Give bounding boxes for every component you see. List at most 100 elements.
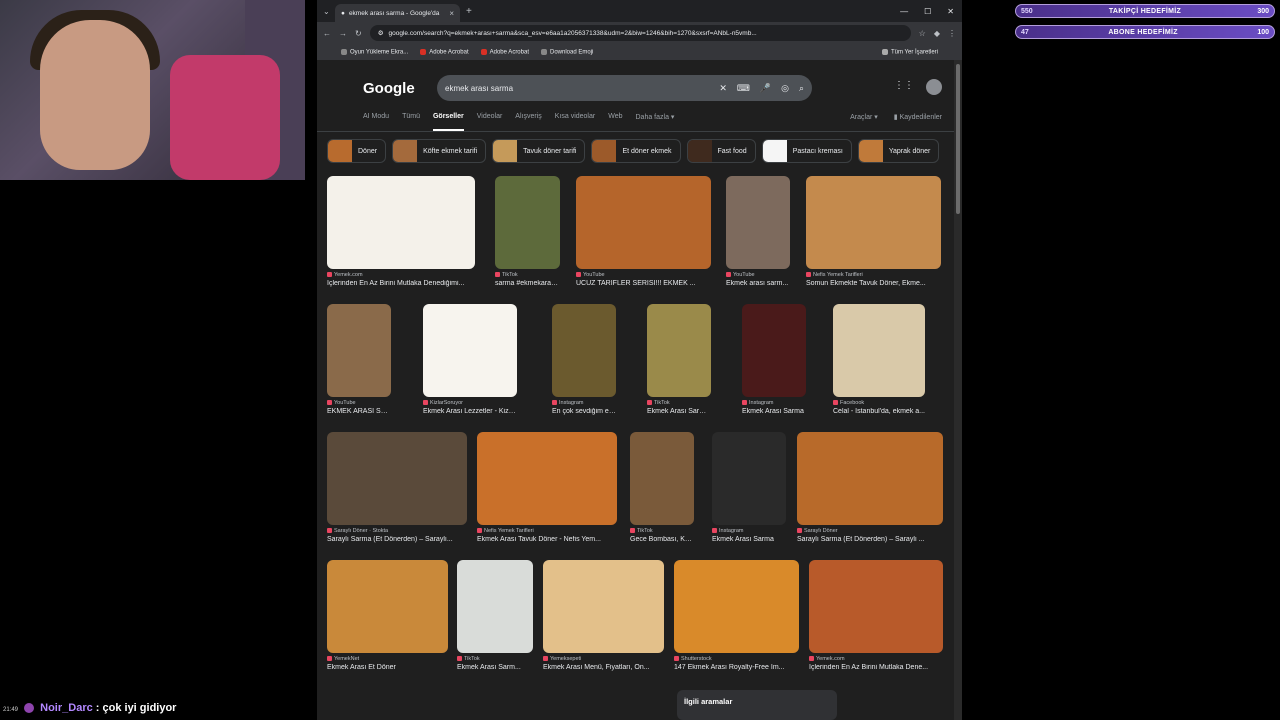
nav-all[interactable]: Tümü (402, 113, 420, 131)
bookmark-star-icon[interactable]: ☆ (919, 29, 926, 38)
minimize-icon[interactable]: — (900, 7, 908, 16)
result-caption[interactable]: Saraylı Sarma (Et Dönerden) – Saraylı ..… (797, 536, 943, 543)
mic-icon[interactable]: 🎤 (760, 83, 771, 94)
result-caption[interactable]: UCUZ TARİFLER SERİSİ!!! EKMEK ... (576, 280, 711, 287)
image-result[interactable]: Instagram Ekmek Arası Sarma (742, 304, 806, 415)
image-result[interactable]: Yemek.com İçlerinden En Az Birini Mutlaka… (327, 176, 475, 287)
nav-more[interactable]: Daha fazla ▾ (636, 113, 675, 131)
result-thumbnail[interactable] (726, 176, 790, 269)
image-result[interactable]: TikTok Ekmek Arası Sarma | ... (647, 304, 711, 415)
reload-icon[interactable]: ↻ (355, 29, 362, 38)
result-thumbnail[interactable] (552, 304, 616, 397)
result-thumbnail[interactable] (576, 176, 711, 269)
image-result[interactable]: YemekNet Ekmek Arası Et Döner (327, 560, 448, 671)
result-caption[interactable]: Gece Bombası, Kö... (630, 536, 694, 543)
site-info-icon[interactable]: ⚙ (378, 29, 384, 37)
back-icon[interactable]: ← (323, 29, 331, 38)
result-caption[interactable]: Saraylı Sarma (Et Dönerden) – Saraylı... (327, 536, 467, 543)
page-scrollbar[interactable] (954, 60, 962, 720)
image-result[interactable]: Yemeksepeti Ekmek Arası Menü, Fiyatları, … (543, 560, 664, 671)
menu-icon[interactable]: ⋮ (948, 29, 956, 38)
nav-web[interactable]: Web (608, 113, 622, 131)
result-caption[interactable]: En çok sevdiğim ekm... (552, 408, 616, 415)
result-thumbnail[interactable] (674, 560, 799, 653)
nav-short-videos[interactable]: Kısa videolar (555, 113, 595, 131)
result-thumbnail[interactable] (742, 304, 806, 397)
keyboard-icon[interactable]: ⌨ (737, 83, 750, 94)
image-result[interactable]: TikTok Gece Bombası, Kö... (630, 432, 694, 543)
bookmark-item[interactable]: Download Emoji (541, 48, 593, 55)
result-thumbnail[interactable] (647, 304, 711, 397)
image-result[interactable]: Instagram En çok sevdiğim ekm... (552, 304, 616, 415)
image-result[interactable]: YouTube EKMEK ARASI SAR... (327, 304, 391, 415)
url-field[interactable]: ⚙ google.com/search?q=ekmek+arası+sarma&… (369, 25, 911, 41)
result-thumbnail[interactable] (806, 176, 941, 269)
result-thumbnail[interactable] (327, 560, 448, 653)
result-thumbnail[interactable] (712, 432, 786, 525)
all-bookmarks[interactable]: Tüm Yer İşaretleri (881, 48, 938, 55)
image-result[interactable]: Saraylı Döner · Stokta Saraylı Sarma (Et … (327, 432, 467, 543)
new-tab-icon[interactable]: + (466, 6, 472, 17)
image-result[interactable]: Nefis Yemek Tarifleri Somun Ekmekte Tavuk… (806, 176, 941, 287)
close-tab-icon[interactable]: × (449, 9, 454, 18)
suggestion-chip[interactable]: Tavuk döner tarifi (492, 139, 586, 163)
result-thumbnail[interactable] (477, 432, 617, 525)
image-result[interactable]: TikTok sarma #ekmekaras... (495, 176, 560, 287)
apps-grid-icon[interactable]: ⋮⋮ (894, 80, 914, 91)
bookmark-item[interactable]: Adobe Acrobat (420, 48, 469, 55)
result-caption[interactable]: Ekmek Arası Sarm... (457, 664, 533, 671)
result-thumbnail[interactable] (327, 304, 391, 397)
result-thumbnail[interactable] (423, 304, 517, 397)
result-caption[interactable]: Celal - İstanbul'da, ekmek a... (833, 408, 925, 415)
bookmark-item[interactable]: Oyun Yükleme Ekra... (341, 48, 408, 55)
result-caption[interactable]: İçlerinden En Az Birini Mutlaka Dene... (809, 664, 943, 671)
result-caption[interactable]: Ekmek arası sarm... (726, 280, 790, 287)
result-caption[interactable]: EKMEK ARASI SAR... (327, 408, 391, 415)
clear-icon[interactable]: ✕ (719, 83, 727, 94)
nav-ai-mode[interactable]: AI Modu (363, 113, 389, 131)
extension-icon[interactable]: ◆ (934, 29, 940, 38)
suggestion-chip[interactable]: Yaprak döner (857, 139, 940, 163)
image-result[interactable]: Facebook Celal - İstanbul'da, ekmek a... (833, 304, 925, 415)
suggestion-chip[interactable]: Döner (327, 139, 387, 163)
nav-videos[interactable]: Videolar (477, 113, 503, 131)
suggestion-chip[interactable]: Et döner ekmek (591, 139, 681, 163)
image-result[interactable]: Shutterstock 147 Ekmek Arası Royalty-Free… (674, 560, 799, 671)
result-caption[interactable]: 147 Ekmek Arası Royalty-Free Im... (674, 664, 799, 671)
maximize-icon[interactable]: ☐ (924, 7, 931, 16)
result-caption[interactable]: Ekmek Arası Tavuk Döner - Nefis Yem... (477, 536, 617, 543)
result-thumbnail[interactable] (543, 560, 664, 653)
result-caption[interactable]: Ekmek Arası Et Döner (327, 664, 448, 671)
nav-images[interactable]: Görseller (432, 113, 464, 131)
active-tab[interactable]: ● ekmek arası sarma - Google'da × (335, 4, 460, 22)
result-thumbnail[interactable] (327, 176, 475, 269)
google-logo[interactable]: Google (363, 80, 437, 97)
result-thumbnail[interactable] (797, 432, 943, 525)
search-box[interactable]: ekmek arası sarma ✕ ⌨ 🎤 ◎ ⌕ (437, 75, 812, 101)
image-result[interactable]: YouTube Ekmek arası sarm... (726, 176, 790, 287)
result-caption[interactable]: İçlerinden En Az Birini Mutlaka Denediği… (327, 280, 475, 287)
avatar[interactable] (926, 79, 942, 95)
scrollbar-thumb[interactable] (956, 64, 960, 214)
result-caption[interactable]: Somun Ekmekte Tavuk Döner, Ekme... (806, 280, 941, 287)
result-caption[interactable]: Ekmek Arası Menü, Fiyatları, On... (543, 664, 664, 671)
image-result[interactable]: YouTube UCUZ TARİFLER SERİSİ!!! EKMEK ... (576, 176, 711, 287)
result-thumbnail[interactable] (809, 560, 943, 653)
result-caption[interactable]: Ekmek Arası Sarma (712, 536, 786, 543)
image-result[interactable]: Saraylı Döner Saraylı Sarma (Et Dönerden)… (797, 432, 943, 543)
result-thumbnail[interactable] (630, 432, 694, 525)
result-caption[interactable]: Ekmek Arası Lezzetler - KizlarSo... (423, 408, 517, 415)
result-thumbnail[interactable] (327, 432, 467, 525)
image-result[interactable]: KizlarSoruyor Ekmek Arası Lezzetler - Kiz… (423, 304, 517, 415)
image-result[interactable]: TikTok Ekmek Arası Sarm... (457, 560, 533, 671)
search-icon[interactable]: ⌕ (799, 83, 804, 94)
tools-button[interactable]: Araçlar ▾ (850, 113, 878, 131)
saved-button[interactable]: ▮ Kaydedilenler (894, 113, 942, 131)
image-result[interactable]: Nefis Yemek Tarifleri Ekmek Arası Tavuk D… (477, 432, 617, 543)
bookmark-item[interactable]: Adobe Acrobat (480, 48, 529, 55)
forward-icon[interactable]: → (339, 29, 347, 38)
result-caption[interactable]: Ekmek Arası Sarma (742, 408, 806, 415)
tab-search-icon[interactable]: ⌄ (323, 7, 335, 16)
result-thumbnail[interactable] (457, 560, 533, 653)
result-caption[interactable]: sarma #ekmekaras... (495, 280, 560, 287)
